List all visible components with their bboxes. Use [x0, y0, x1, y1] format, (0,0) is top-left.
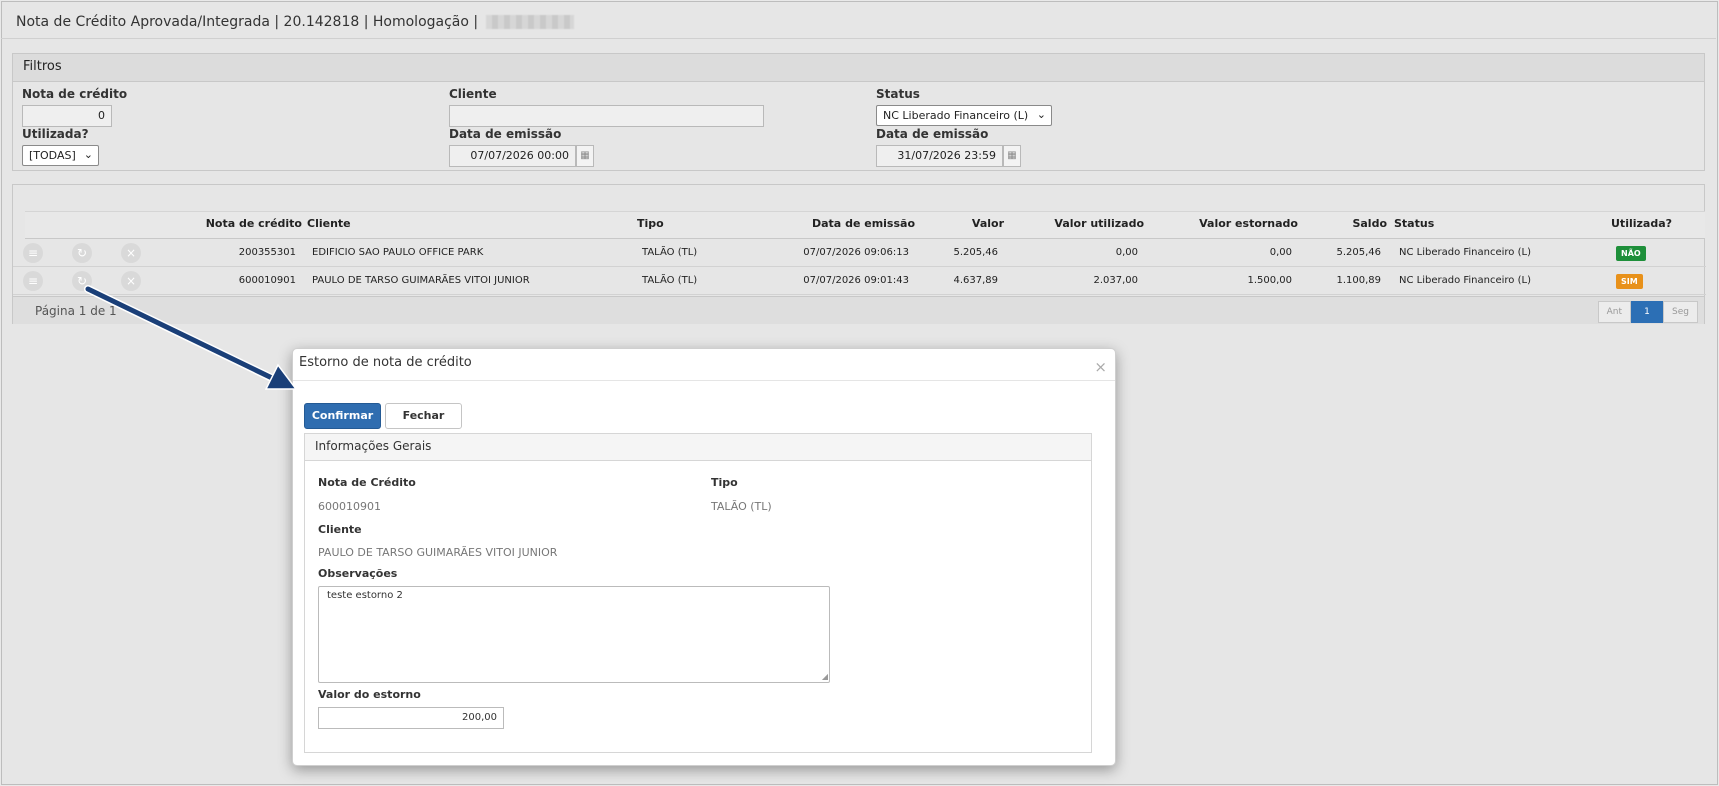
cliente-label: Cliente	[318, 523, 362, 536]
page-title-text: Nota de Crédito Aprovada/Integrada | 20.…	[16, 14, 479, 30]
status-badge: SIM	[1616, 274, 1643, 289]
chevron-down-icon: ⌄	[1036, 108, 1046, 121]
utilizada-label: Utilizada?	[22, 127, 89, 141]
utilizada-select[interactable]: [TODAS] ⌄	[22, 145, 99, 166]
cell-estornado: 1.500,00	[1247, 275, 1292, 286]
refund-icon[interactable]: ↻	[72, 271, 92, 291]
next-page-button[interactable]: Seg	[1663, 301, 1698, 323]
cancel-icon[interactable]: ×	[121, 271, 141, 291]
col-valor[interactable]: Valor	[913, 217, 1004, 230]
prev-page-button[interactable]: Ant	[1597, 301, 1632, 323]
nota-credito-input[interactable]: 0	[22, 105, 112, 127]
col-valor-utilizado[interactable]: Valor utilizado	[1013, 217, 1144, 230]
cell-status: NC Liberado Financeiro (L)	[1399, 275, 1531, 286]
status-select-value: NC Liberado Financeiro (L)	[883, 109, 1029, 122]
cell-saldo: 5.205,46	[1336, 247, 1381, 258]
cell-utilizado: 2.037,00	[1093, 275, 1138, 286]
data-emissao-ate-input[interactable]: 31/07/2026 23:59	[876, 145, 1003, 167]
cell-valor: 5.205,46	[953, 247, 998, 258]
filters-panel: Filtros Nota de crédito 0 Cliente Status…	[12, 53, 1705, 171]
calendar-icon[interactable]: ▦	[1003, 145, 1021, 167]
cell-cliente: PAULO DE TARSO GUIMARÃES VITOI JUNIOR	[312, 275, 530, 286]
valor-estorno-input[interactable]: 200,00	[318, 707, 504, 729]
cliente-label: Cliente	[449, 87, 497, 101]
status-badge: NÃO	[1616, 246, 1646, 261]
status-select[interactable]: NC Liberado Financeiro (L) ⌄	[876, 105, 1052, 126]
results-grid: Nota de crédito Cliente Tipo Data de emi…	[12, 184, 1706, 324]
pagination-text: Página 1 de 1	[35, 304, 117, 318]
col-cliente[interactable]: Cliente	[307, 217, 351, 230]
calendar-icon[interactable]: ▦	[576, 145, 594, 167]
title-divider	[1, 38, 1716, 39]
utilizada-select-value: [TODAS]	[29, 149, 76, 162]
observacoes-label: Observações	[318, 567, 398, 580]
observacoes-textarea[interactable]: teste estorno 2 ◢	[318, 586, 830, 683]
cell-data: 07/07/2026 09:06:13	[803, 247, 909, 258]
col-data-emissao[interactable]: Data de emissão	[713, 217, 915, 230]
col-saldo[interactable]: Saldo	[1293, 217, 1387, 230]
cell-estornado: 0,00	[1269, 247, 1292, 258]
valor-estorno-label: Valor do estorno	[318, 688, 421, 701]
cancel-icon[interactable]: ×	[121, 243, 141, 263]
resize-handle-icon[interactable]: ◢	[822, 672, 828, 681]
data-emissao-de-label: Data de emissão	[449, 127, 562, 141]
col-tipo[interactable]: Tipo	[637, 217, 664, 230]
chevron-down-icon: ⌄	[83, 148, 93, 161]
cell-utilizado: 0,00	[1115, 247, 1138, 258]
pagination: Ant 1 Seg	[1597, 301, 1698, 323]
modal-title: Estorno de nota de crédito	[299, 355, 472, 370]
cell-valor: 4.637,89	[953, 275, 998, 286]
cell-tipo: TALÃO (TL)	[642, 275, 698, 286]
estorno-modal: Estorno de nota de crédito × Confirmar F…	[292, 348, 1116, 766]
status-label: Status	[876, 87, 920, 101]
redacted-environment	[486, 15, 575, 29]
nota-credito-label: Nota de crédito	[22, 87, 128, 101]
cell-saldo: 1.100,89	[1336, 275, 1381, 286]
refund-icon[interactable]: ↻	[72, 243, 92, 263]
menu-icon[interactable]: ≡	[23, 243, 43, 263]
table-row: ≡ ↻ × 600010901 PAULO DE TARSO GUIMARÃES…	[13, 267, 1706, 295]
page-1-button[interactable]: 1	[1631, 301, 1664, 323]
data-emissao-ate-label: Data de emissão	[876, 127, 989, 141]
menu-icon[interactable]: ≡	[23, 271, 43, 291]
cliente-input[interactable]	[449, 105, 764, 127]
cell-nota: 600010901	[238, 275, 296, 286]
cell-nota: 200355301	[238, 247, 296, 258]
cell-tipo: TALÃO (TL)	[642, 247, 698, 258]
grid-footer: Página 1 de 1 Ant 1 Seg	[13, 296, 1704, 324]
filters-header: Filtros	[13, 54, 1704, 82]
modal-divider	[293, 380, 1115, 381]
col-valor-estornado[interactable]: Valor estornado	[1153, 217, 1298, 230]
cell-data: 07/07/2026 09:01:43	[803, 275, 909, 286]
general-info-panel: Informações Gerais Nota de Crédito 60001…	[304, 433, 1092, 753]
page-title: Nota de Crédito Aprovada/Integrada | 20.…	[16, 12, 575, 32]
close-icon[interactable]: ×	[1094, 358, 1107, 376]
col-utilizada[interactable]: Utilizada?	[1611, 217, 1672, 230]
tipo-label: Tipo	[711, 476, 738, 489]
col-nota-credito[interactable]: Nota de crédito	[13, 217, 302, 230]
close-button[interactable]: Fechar	[385, 403, 462, 429]
nota-credito-value: 600010901	[318, 500, 381, 513]
observacoes-text: teste estorno 2	[327, 590, 403, 601]
col-status[interactable]: Status	[1394, 217, 1434, 230]
tipo-value: TALÃO (TL)	[711, 500, 772, 513]
cell-status: NC Liberado Financeiro (L)	[1399, 247, 1531, 258]
data-emissao-de-input[interactable]: 07/07/2026 00:00	[449, 145, 576, 167]
confirm-button[interactable]: Confirmar	[304, 403, 381, 429]
panel-title: Informações Gerais	[305, 434, 1091, 461]
table-row: ≡ ↻ × 200355301 EDIFICIO SAO PAULO OFFIC…	[13, 239, 1706, 267]
cliente-value: PAULO DE TARSO GUIMARÃES VITOI JUNIOR	[318, 546, 558, 559]
cell-cliente: EDIFICIO SAO PAULO OFFICE PARK	[312, 247, 484, 258]
nota-credito-label: Nota de Crédito	[318, 476, 416, 489]
